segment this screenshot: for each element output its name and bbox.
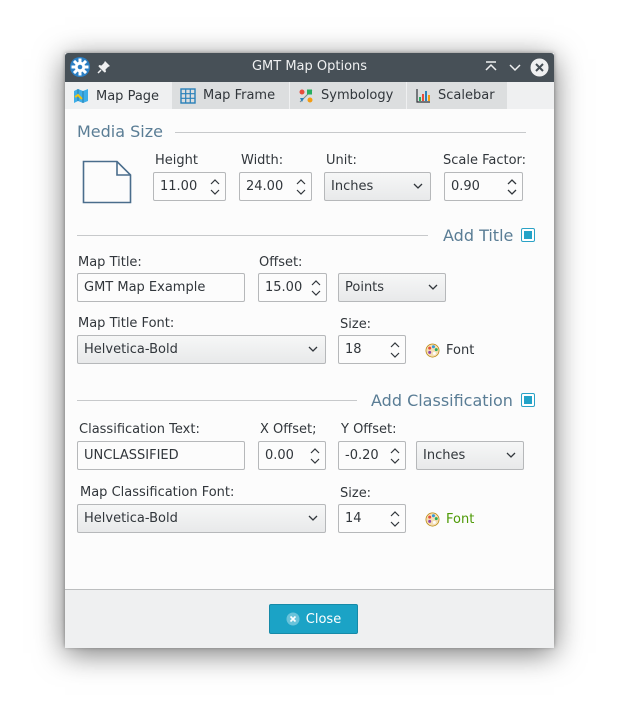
gmt-map-options-dialog: GMT Map Options Map Page Map Frame Symbo… (65, 53, 554, 648)
tab-symbology-label: Symbology (321, 88, 394, 103)
classification-font-value: Helvetica-Bold (84, 511, 178, 526)
spin-arrows-icon[interactable] (507, 177, 517, 197)
close-button-label: Close (305, 611, 342, 627)
dialog-footer: Close (65, 589, 554, 648)
close-window-icon[interactable] (530, 58, 549, 77)
page-icon (82, 160, 132, 204)
tab-map-frame-label: Map Frame (203, 88, 276, 103)
map-icon (74, 89, 88, 103)
classification-text-label: Classification Text: (79, 422, 200, 437)
y-offset-label: Y Offset: (341, 422, 397, 437)
tab-map-page-label: Map Page (96, 88, 160, 104)
map-page-panel: Media Size Height 11.00 Width: 24.00 Uni… (65, 109, 554, 589)
title-font-combobox[interactable]: Helvetica-Bold (77, 335, 326, 364)
window-title: GMT Map Options (251, 59, 368, 74)
classification-font-button-label: Font (446, 511, 475, 527)
classification-size-label: Size: (340, 486, 372, 501)
title-offset-value: 15.00 (265, 280, 303, 295)
chevron-down-icon (413, 183, 423, 189)
height-label: Height (155, 153, 198, 168)
classification-unit-combobox[interactable]: Inches (416, 441, 524, 470)
scale-factor-spinbox[interactable]: 0.90 (444, 172, 523, 201)
classification-text-value: UNCLASSIFIED (84, 448, 179, 463)
title-offset-spinbox[interactable]: 15.00 (258, 273, 327, 302)
title-size-value: 18 (345, 342, 362, 357)
y-offset-value: -0.20 (345, 448, 379, 463)
add-title-label: Add Title (443, 226, 514, 245)
scale-factor-value: 0.90 (451, 179, 480, 194)
chevron-down-icon (308, 515, 318, 521)
spin-arrows-icon[interactable] (210, 177, 220, 197)
classification-size-value: 14 (345, 511, 362, 526)
classification-text-input[interactable]: UNCLASSIFIED (77, 441, 245, 470)
title-offset-label: Offset: (259, 255, 303, 270)
minimize-icon[interactable] (507, 59, 523, 75)
title-offset-unit-value: Points (345, 280, 385, 295)
x-offset-value: 0.00 (265, 448, 294, 463)
y-offset-spinbox[interactable]: -0.20 (338, 441, 406, 470)
tab-scalebar-label: Scalebar (438, 88, 495, 103)
unit-value: Inches (331, 179, 374, 194)
symbology-icon (299, 89, 313, 102)
tab-symbology[interactable]: Symbology (290, 82, 407, 109)
close-button[interactable]: Close (269, 604, 358, 634)
chevron-down-icon (308, 346, 318, 352)
x-offset-label: X Offset; (260, 422, 317, 437)
chevron-down-icon (428, 284, 438, 290)
spin-arrows-icon[interactable] (390, 509, 400, 529)
tab-scalebar[interactable]: Scalebar (407, 82, 508, 109)
tab-bar: Map Page Map Frame Symbology Scalebar (65, 82, 554, 110)
spin-arrows-icon[interactable] (390, 340, 400, 360)
tab-map-page[interactable]: Map Page (65, 82, 172, 110)
unit-label: Unit: (326, 153, 357, 168)
height-spinbox[interactable]: 11.00 (153, 172, 226, 201)
title-size-label: Size: (340, 317, 372, 332)
close-icon (286, 612, 300, 626)
divider (77, 400, 357, 401)
media-size-section-title: Media Size (77, 122, 163, 141)
palette-icon (425, 512, 440, 526)
title-size-spinbox[interactable]: 18 (338, 335, 406, 364)
title-font-button[interactable]: Font (425, 340, 474, 360)
title-font-label: Map Title Font: (78, 316, 175, 331)
classification-unit-value: Inches (423, 448, 466, 463)
spin-arrows-icon[interactable] (311, 278, 321, 298)
add-classification-checkbox[interactable] (521, 393, 535, 407)
map-title-value: GMT Map Example (84, 280, 206, 295)
add-classification-label: Add Classification (371, 391, 513, 410)
unit-combobox[interactable]: Inches (324, 172, 431, 201)
title-bar[interactable]: GMT Map Options (65, 53, 554, 82)
title-font-button-label: Font (446, 342, 475, 358)
spin-arrows-icon[interactable] (310, 446, 320, 466)
grid-icon (180, 87, 196, 104)
spin-arrows-icon[interactable] (296, 177, 306, 197)
classification-size-spinbox[interactable]: 14 (338, 504, 406, 533)
title-offset-unit-combobox[interactable]: Points (338, 273, 446, 302)
map-title-label: Map Title: (78, 255, 142, 270)
width-label: Width: (241, 153, 284, 168)
width-value: 24.00 (246, 179, 284, 194)
divider (77, 235, 428, 236)
map-title-input[interactable]: GMT Map Example (77, 273, 245, 302)
x-offset-spinbox[interactable]: 0.00 (258, 441, 326, 470)
tab-map-frame[interactable]: Map Frame (172, 82, 290, 109)
palette-icon (425, 343, 440, 357)
classification-font-combobox[interactable]: Helvetica-Bold (77, 504, 326, 533)
height-value: 11.00 (160, 179, 198, 194)
classification-font-label: Map Classification Font: (80, 485, 235, 500)
add-title-checkbox[interactable] (521, 228, 535, 242)
scale-factor-label: Scale Factor: (443, 153, 527, 168)
divider (175, 132, 526, 133)
scalebar-icon (416, 88, 430, 103)
keep-above-icon[interactable] (483, 59, 499, 75)
classification-font-button[interactable]: Font (425, 509, 474, 529)
width-spinbox[interactable]: 24.00 (239, 172, 312, 201)
title-font-value: Helvetica-Bold (84, 342, 178, 357)
spin-arrows-icon[interactable] (390, 446, 400, 466)
chevron-down-icon (506, 452, 516, 458)
